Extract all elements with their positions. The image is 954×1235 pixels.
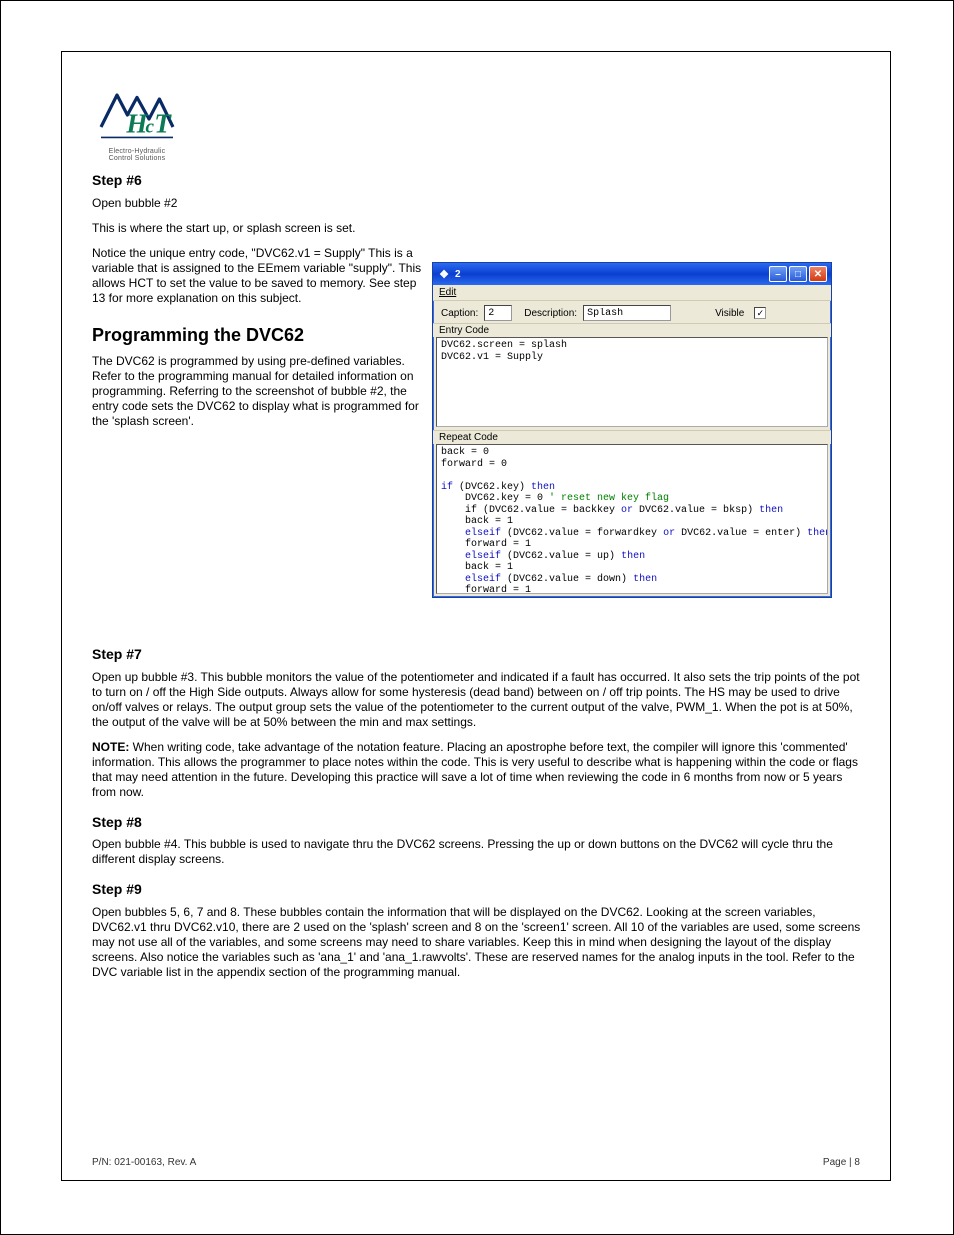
window-fields-row: Caption: Description: Visible ✓ [433,301,831,323]
step6-p1: Open bubble #2 [92,196,422,211]
window-minimize-button[interactable]: – [769,266,787,282]
entry-code-textarea[interactable]: DVC62.screen = splash DVC62.v1 = Supply [436,337,828,427]
note-label: NOTE: [92,740,129,754]
logo-subtext-2: Control Solutions [92,155,182,162]
visible-checkbox[interactable]: ✓ [754,307,766,319]
footer-right: Page | 8 [823,1157,860,1168]
description-label: Description: [524,308,577,319]
page: H c T Electro-Hydraulic Control Solution… [0,0,954,1235]
page-border: H c T Electro-Hydraulic Control Solution… [61,51,891,1181]
editor-window: ❖ 2 – □ ✕ Edit Caption: Description: Vis… [432,262,832,598]
lower-column: Step #7 Open up bubble #3. This bubble m… [92,632,862,990]
step7-body: Open up bubble #3. This bubble monitors … [92,670,862,730]
note-body: When writing code, take advantage of the… [92,740,858,799]
left-column: Step #6 Open bubble #2 This is where the… [92,172,422,439]
window-close-button[interactable]: ✕ [809,266,827,282]
window-app-icon: ❖ [437,267,451,281]
caption-input[interactable] [484,305,512,321]
company-logo: H c T Electro-Hydraulic Control Solution… [92,80,182,170]
mountain-icon: H c T [97,80,177,150]
step8-body: Open bubble #4. This bubble is used to n… [92,837,862,867]
dvc62-heading: Programming the DVC62 [92,324,422,347]
step6-p2: This is where the start up, or splash sc… [92,221,422,236]
window-title-text: 2 [455,269,461,280]
svg-text:T: T [154,109,172,139]
footer-left: P/N: 021-00163, Rev. A [92,1157,196,1168]
menu-edit[interactable]: Edit [439,287,456,298]
entry-code-label: Entry Code [433,323,831,337]
note-para: NOTE: When writing code, take advantage … [92,740,862,800]
step9-heading: Step #9 [92,881,862,899]
dvc62-para: The DVC62 is programmed by using pre-def… [92,354,422,429]
logo-subtext-1: Electro-Hydraulic [92,148,182,155]
window-menubar[interactable]: Edit [433,285,831,301]
step9-body: Open bubbles 5, 6, 7 and 8. These bubble… [92,905,862,980]
description-input[interactable] [583,305,671,321]
repeat-code-textarea[interactable]: back = 0 forward = 0 if (DVC62.key) then… [436,444,828,594]
step8-heading: Step #8 [92,814,862,832]
svg-text:c: c [146,117,155,138]
window-maximize-button[interactable]: □ [789,266,807,282]
step6-heading: Step #6 [92,172,422,190]
step7-heading: Step #7 [92,646,862,664]
window-titlebar[interactable]: ❖ 2 – □ ✕ [433,263,831,285]
step6-p3: Notice the unique entry code, "DVC62.v1 … [92,246,422,306]
caption-label: Caption: [441,308,478,319]
page-footer: P/N: 021-00163, Rev. A Page | 8 [92,1157,860,1168]
visible-label: Visible [715,308,744,319]
repeat-code-label: Repeat Code [433,430,831,444]
